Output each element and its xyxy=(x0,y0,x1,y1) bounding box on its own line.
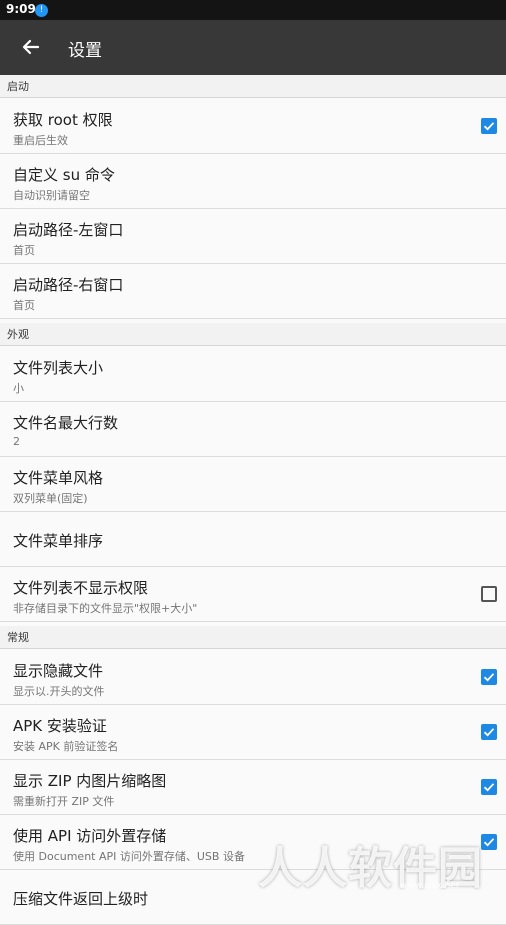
section-header-appearance: 外观 xyxy=(0,323,506,346)
notification-icon: ! xyxy=(35,4,48,17)
setting-hide-permissions[interactable]: 文件列表不显示权限 非存储目录下的文件显示"权限+大小" xyxy=(0,567,506,622)
zip-thumbnails-checkbox[interactable] xyxy=(481,779,497,795)
arrow-left-icon[interactable] xyxy=(18,34,44,60)
setting-root-access[interactable]: 获取 root 权限 重启后生效 xyxy=(0,99,506,154)
setting-menu-sort[interactable]: 文件菜单排序 xyxy=(0,512,506,567)
toolbar: 设置 xyxy=(0,20,506,75)
setting-title: 启动路径-右窗口 xyxy=(13,276,124,294)
setting-title: 启动路径-左窗口 xyxy=(13,221,124,239)
status-bar: 9:09 ! xyxy=(0,0,506,20)
setting-su-command[interactable]: 自定义 su 命令 自动识别请留空 xyxy=(0,154,506,209)
setting-title: 文件名最大行数 xyxy=(13,414,119,432)
setting-title: 文件菜单排序 xyxy=(13,532,104,550)
setting-show-hidden[interactable]: 显示隐藏文件 显示以.开头的文件 xyxy=(0,650,506,705)
setting-zip-thumbnails[interactable]: 显示 ZIP 内图片缩略图 需重新打开 ZIP 文件 xyxy=(0,760,506,815)
setting-menu-style[interactable]: 文件菜单风格 双列菜单(固定) xyxy=(0,457,506,512)
setting-subtitle: 非存储目录下的文件显示"权限+大小" xyxy=(13,602,198,615)
setting-subtitle: 重启后生效 xyxy=(13,134,68,147)
setting-title: 文件列表不显示权限 xyxy=(13,579,149,597)
api-storage-checkbox[interactable] xyxy=(481,834,497,850)
settings-list[interactable]: 启动 获取 root 权限 重启后生效 自定义 su 命令 自动识别请留空 启动… xyxy=(0,75,506,925)
setting-subtitle: 安装 APK 前验证签名 xyxy=(13,740,119,753)
setting-apk-verify[interactable]: APK 安装验证 安装 APK 前验证签名 xyxy=(0,705,506,760)
setting-title: 获取 root 权限 xyxy=(13,111,113,129)
setting-subtitle: 2 xyxy=(13,435,20,448)
setting-left-path[interactable]: 启动路径-左窗口 首页 xyxy=(0,209,506,264)
show-hidden-checkbox[interactable] xyxy=(481,669,497,685)
setting-subtitle: 需重新打开 ZIP 文件 xyxy=(13,795,115,808)
setting-title: 使用 API 访问外置存储 xyxy=(13,827,167,845)
hide-permissions-checkbox[interactable] xyxy=(481,586,497,602)
setting-subtitle: 双列菜单(固定) xyxy=(13,492,88,505)
setting-title: APK 安装验证 xyxy=(13,717,107,735)
watermark-url: www.rrxx.net xyxy=(400,881,460,891)
setting-title: 文件菜单风格 xyxy=(13,469,104,487)
page-title: 设置 xyxy=(68,41,102,61)
setting-right-path[interactable]: 启动路径-右窗口 首页 xyxy=(0,264,506,319)
setting-title: 文件列表大小 xyxy=(13,359,104,377)
root-access-checkbox[interactable] xyxy=(481,118,497,134)
setting-title: 显示 ZIP 内图片缩略图 xyxy=(13,772,167,790)
setting-subtitle: 首页 xyxy=(13,244,35,257)
section-header-startup: 启动 xyxy=(0,75,506,98)
setting-subtitle: 显示以.开头的文件 xyxy=(13,685,105,698)
setting-max-lines[interactable]: 文件名最大行数 2 xyxy=(0,402,506,457)
apk-verify-checkbox[interactable] xyxy=(481,724,497,740)
status-time: 9:09 xyxy=(6,2,36,16)
setting-subtitle: 小 xyxy=(13,382,24,395)
section-header-general: 常规 xyxy=(0,626,506,649)
setting-subtitle: 使用 Document API 访问外置存储、USB 设备 xyxy=(13,850,245,863)
setting-subtitle: 自动识别请留空 xyxy=(13,189,90,202)
setting-subtitle: 首页 xyxy=(13,299,35,312)
setting-title: 自定义 su 命令 xyxy=(13,166,115,184)
setting-list-size[interactable]: 文件列表大小 小 xyxy=(0,347,506,402)
setting-title: 显示隐藏文件 xyxy=(13,662,104,680)
